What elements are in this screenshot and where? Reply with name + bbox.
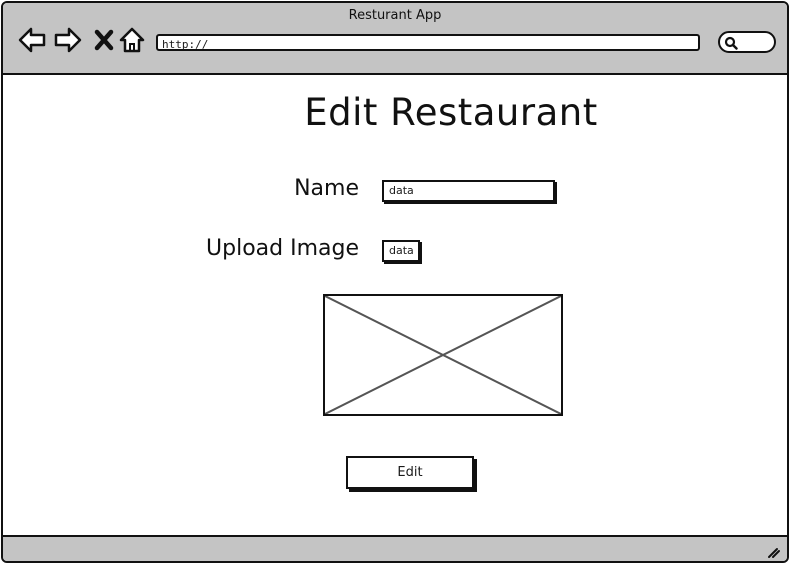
title-bar: Resturant App http:// — [3, 3, 787, 75]
search-field[interactable] — [718, 31, 776, 53]
close-icon[interactable] — [89, 25, 119, 55]
home-icon[interactable] — [117, 25, 147, 55]
edit-button[interactable]: Edit — [346, 456, 474, 489]
name-input[interactable]: data — [382, 180, 555, 202]
url-input[interactable]: http:// — [156, 34, 700, 51]
upload-image-label: Upload Image — [206, 236, 359, 261]
resize-grip-icon[interactable] — [767, 545, 781, 559]
name-label: Name — [294, 176, 359, 201]
image-placeholder-icon — [324, 295, 562, 415]
forward-arrow-icon[interactable] — [53, 25, 83, 55]
image-placeholder — [323, 294, 563, 416]
upload-image-input[interactable]: data — [382, 240, 420, 262]
search-icon — [724, 36, 738, 50]
back-arrow-icon[interactable] — [17, 25, 47, 55]
page-title: Edit Restaurant — [304, 91, 598, 134]
window-title: Resturant App — [348, 8, 442, 23]
status-bar — [3, 535, 787, 561]
browser-window: Resturant App http:// Edit Restaurant Na… — [1, 1, 789, 563]
